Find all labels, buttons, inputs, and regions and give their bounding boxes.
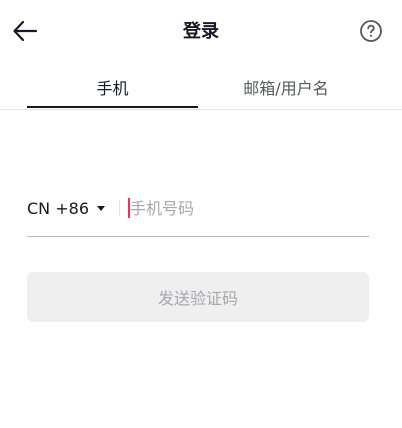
question-circle-icon — [359, 19, 383, 47]
send-code-button[interactable]: 发送验证码 — [27, 272, 369, 322]
phone-input-row: CN +86 — [27, 184, 369, 237]
login-screen: 登录 手机 邮箱/用户名 CN +86 发送验证码 — [0, 0, 402, 428]
phone-number-input[interactable] — [130, 194, 365, 222]
tab-email-username[interactable]: 邮箱/用户名 — [198, 64, 374, 109]
login-tabs: 手机 邮箱/用户名 — [0, 64, 402, 110]
caret-down-icon — [97, 205, 105, 211]
input-divider — [119, 200, 120, 216]
header: 登录 — [0, 0, 402, 64]
active-tab-indicator — [27, 106, 198, 108]
page-title: 登录 — [183, 21, 219, 42]
help-button[interactable] — [358, 20, 384, 46]
country-code-label: CN +86 — [27, 198, 89, 218]
country-code-selector[interactable]: CN +86 — [27, 196, 105, 220]
tab-phone[interactable]: 手机 — [27, 64, 198, 109]
